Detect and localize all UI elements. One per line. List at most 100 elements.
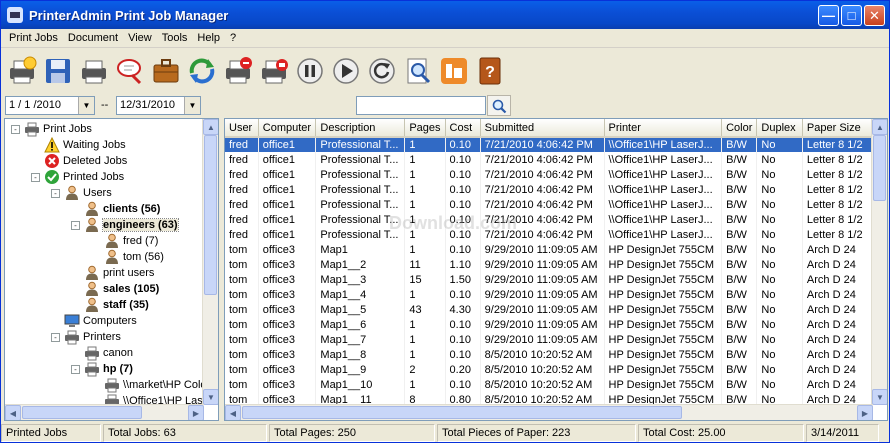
table-row[interactable]: tom office3 Map1__7 1 0.10 9/29/2010 11:09:05… [225, 332, 873, 347]
search-input[interactable] [356, 96, 486, 115]
tree-node[interactable]: Waiting Jobs [31, 137, 126, 153]
printer-button[interactable] [77, 54, 111, 88]
table-row[interactable]: fred office1 Professional T... 1 0.10 7/21/20… [225, 137, 873, 152]
tree-node[interactable]: Computers [51, 313, 137, 329]
scroll-thumb[interactable] [242, 406, 682, 419]
printer-stop-button[interactable] [257, 54, 291, 88]
tree-node[interactable]: print users [71, 265, 154, 281]
print-preview-button[interactable] [401, 54, 435, 88]
menu-document[interactable]: Document [64, 32, 122, 44]
tree-node[interactable]: sales (105) [71, 281, 159, 297]
menu-print-jobs[interactable]: Print Jobs [5, 32, 62, 44]
tree-node[interactable]: fred (7) [91, 233, 158, 249]
collapse-icon[interactable]: - [11, 124, 20, 134]
table-row[interactable]: tom office3 Map1__6 1 0.10 9/29/2010 11:09:05… [225, 317, 873, 332]
tree-node[interactable]: staff (35) [71, 297, 149, 313]
menu-about[interactable]: ? [226, 32, 240, 44]
scroll-thumb[interactable] [204, 135, 217, 295]
restart-icon [369, 58, 395, 84]
to-date-picker[interactable]: 12/31/2010 ▼ [116, 96, 201, 115]
table-row[interactable]: tom office3 Map1__10 1 0.10 8/5/2010 10:20:52… [225, 377, 873, 392]
tree-node[interactable]: - Print Jobs [11, 121, 92, 137]
column-header-description[interactable]: Description [315, 119, 406, 138]
chevron-down-icon[interactable]: ▼ [78, 97, 94, 114]
tree-node[interactable]: tom (56) [91, 249, 164, 265]
magnifier-bubble-button[interactable] [113, 54, 147, 88]
column-header-printer[interactable]: Printer [604, 119, 723, 138]
table-row[interactable]: fred office1 Professional T... 1 0.10 7/21/20… [225, 227, 873, 242]
collapse-icon[interactable]: - [71, 364, 80, 374]
collapse-icon[interactable]: - [51, 332, 60, 342]
table-row[interactable]: fred office1 Professional T... 1 0.10 7/21/20… [225, 197, 873, 212]
scroll-thumb[interactable] [22, 406, 142, 419]
table-row[interactable]: fred office1 Professional T... 1 0.10 7/21/20… [225, 167, 873, 182]
scroll-thumb[interactable] [873, 135, 886, 201]
scroll-up-icon[interactable]: ▲ [872, 119, 887, 135]
printer-add-button[interactable] [5, 54, 39, 88]
tree-node[interactable]: clients (56) [71, 201, 160, 217]
table-row[interactable]: tom office3 Map1__9 2 0.20 8/5/2010 10:20:52 … [225, 362, 873, 377]
jobs-grid[interactable]: User Computer Description Pages Cost Submitte… [224, 118, 888, 421]
column-header-cost[interactable]: Cost [445, 119, 481, 138]
grid-horizontal-scrollbar[interactable]: ◀ ▶ [225, 404, 873, 420]
table-row[interactable]: tom office3 Map1__8 1 0.10 8/5/2010 10:20:52 … [225, 347, 873, 362]
tree-vertical-scrollbar[interactable]: ▲ ▼ [202, 119, 218, 405]
briefcase-button[interactable] [149, 54, 183, 88]
column-header-color[interactable]: Color [721, 119, 758, 138]
column-header-user[interactable]: User [225, 119, 259, 138]
column-header-pages[interactable]: Pages [404, 119, 446, 138]
maximize-button[interactable]: □ [841, 5, 862, 26]
minimize-button[interactable]: — [818, 5, 839, 26]
tree-node[interactable]: - Printers [51, 329, 121, 345]
pause-button[interactable] [293, 54, 327, 88]
tree-node[interactable]: - hp (7) [71, 361, 133, 377]
table-row[interactable]: tom office3 Map1 1 0.10 9/29/2010 11:09:05 AM… [225, 242, 873, 257]
tree-node[interactable]: - Users [51, 185, 112, 201]
tree-node[interactable]: \\market\HP Color [91, 377, 204, 393]
tree-node[interactable]: canon [71, 345, 133, 361]
scroll-down-icon[interactable]: ▼ [872, 389, 887, 405]
scroll-left-icon[interactable]: ◀ [225, 405, 241, 420]
from-date-picker[interactable]: 1 / 1 /2010 ▼ [5, 96, 95, 115]
tree-view[interactable]: - Print Jobs Waiting Jobs Deleted Jobs - Prin… [4, 118, 219, 421]
tree-node[interactable]: - engineers (63) [71, 217, 179, 233]
menu-help[interactable]: Help [193, 32, 224, 44]
table-row[interactable]: fred office1 Professional T... 1 0.10 7/21/20… [225, 212, 873, 227]
save-button[interactable] [41, 54, 75, 88]
report-button[interactable] [437, 54, 471, 88]
scroll-right-icon[interactable]: ▶ [857, 405, 873, 420]
menu-view[interactable]: View [124, 32, 156, 44]
table-row[interactable]: tom office3 Map1__5 43 4.30 9/29/2010 11:09:0… [225, 302, 873, 317]
close-button[interactable]: ✕ [864, 5, 885, 26]
collapse-icon[interactable]: - [71, 220, 80, 230]
tree-horizontal-scrollbar[interactable]: ◀ ▶ [5, 404, 204, 420]
chevron-down-icon[interactable]: ▼ [184, 97, 200, 114]
scroll-up-icon[interactable]: ▲ [203, 119, 218, 135]
column-header-duplex[interactable]: Duplex [756, 119, 803, 138]
column-header-paper-size[interactable]: Paper Size [802, 119, 873, 138]
table-row[interactable]: fred office1 Professional T... 1 0.10 7/21/20… [225, 152, 873, 167]
collapse-icon[interactable]: - [31, 172, 40, 182]
search-button[interactable] [487, 95, 511, 116]
help-book-button[interactable]: ? [473, 54, 507, 88]
table-row[interactable]: tom office3 Map1__2 11 1.10 9/29/2010 11:09:0… [225, 257, 873, 272]
tree-node[interactable]: - Printed Jobs [31, 169, 124, 185]
column-header-computer[interactable]: Computer [258, 119, 317, 138]
column-header-submitted[interactable]: Submitted [480, 119, 605, 138]
table-row[interactable]: fred office1 Professional T... 1 0.10 7/21/20… [225, 182, 873, 197]
restart-button[interactable] [365, 54, 399, 88]
menu-tools[interactable]: Tools [158, 32, 192, 44]
window-title: PrinterAdmin Print Job Manager [29, 7, 229, 23]
table-row[interactable]: tom office3 Map1__3 15 1.50 9/29/2010 11:09:0… [225, 272, 873, 287]
play-button[interactable] [329, 54, 363, 88]
refresh-arrows-button[interactable] [185, 54, 219, 88]
tree-node[interactable]: Deleted Jobs [31, 153, 127, 169]
grid-vertical-scrollbar[interactable]: ▲ ▼ [871, 119, 887, 405]
table-row[interactable]: tom office3 Map1__4 1 0.10 9/29/2010 11:09:05… [225, 287, 873, 302]
scroll-right-icon[interactable]: ▶ [188, 405, 204, 420]
scroll-down-icon[interactable]: ▼ [203, 389, 218, 405]
title-bar[interactable]: PrinterAdmin Print Job Manager — □ ✕ [1, 1, 889, 29]
collapse-icon[interactable]: - [51, 188, 60, 198]
printer-delete-button[interactable] [221, 54, 255, 88]
scroll-left-icon[interactable]: ◀ [5, 405, 21, 420]
